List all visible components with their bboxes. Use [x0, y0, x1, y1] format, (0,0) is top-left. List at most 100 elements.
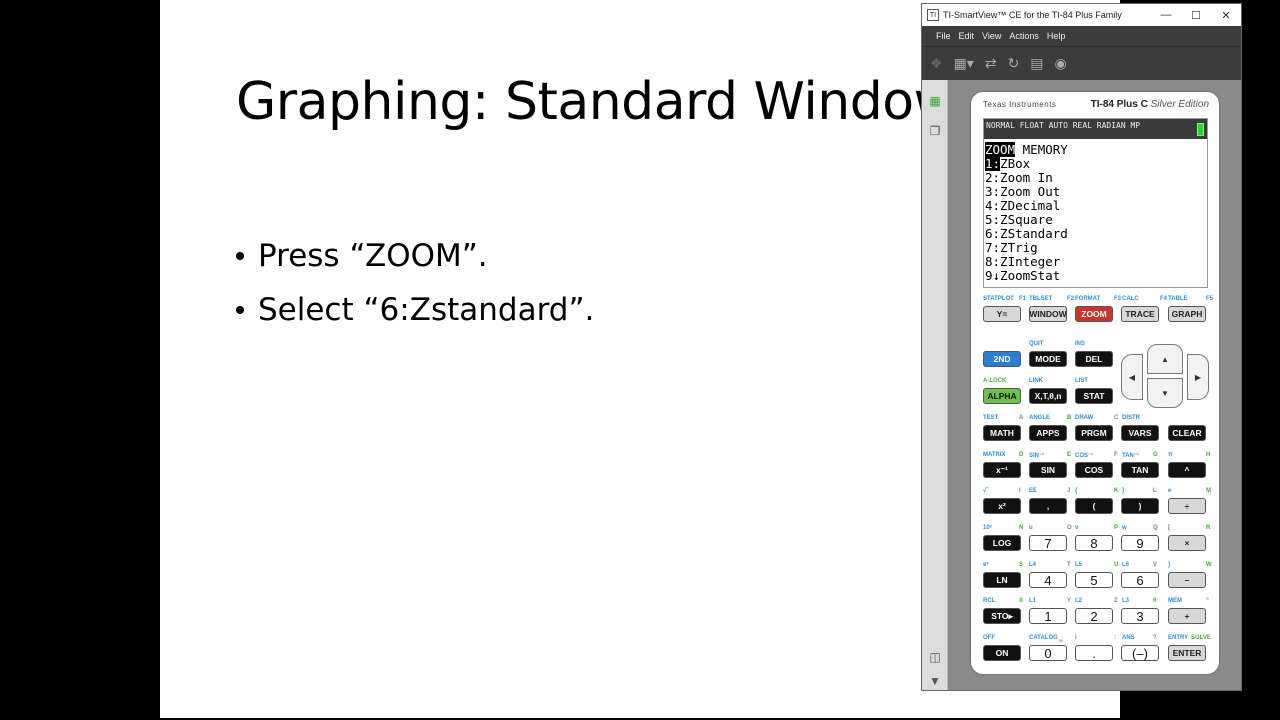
key-secondary-label: R	[1206, 525, 1211, 531]
calc-key[interactable]: STAT	[1075, 388, 1113, 404]
calculator-select-icon[interactable]: ▦▾	[954, 55, 974, 72]
calc-key[interactable]: ZOOM	[1075, 306, 1113, 322]
right-arrow-key[interactable]: ▶	[1187, 354, 1209, 400]
zoom-menu-item[interactable]: 7:ZTrig	[984, 241, 1207, 255]
camera-icon[interactable]: ◉	[1055, 55, 1067, 72]
sync-icon[interactable]: ↻	[1008, 55, 1020, 72]
calc-key[interactable]: DEL	[1075, 351, 1113, 367]
calc-key[interactable]: LN	[983, 572, 1021, 588]
calc-key[interactable]: .	[1075, 645, 1113, 661]
zoom-menu-item[interactable]: 6:ZStandard	[984, 227, 1207, 241]
calc-key[interactable]: x⁻¹	[983, 462, 1021, 478]
calc-key[interactable]: CLEAR	[1168, 425, 1206, 441]
calculator-screen[interactable]: NORMAL FLOAT AUTO REAL RADIAN MP ZOOM ME…	[983, 118, 1208, 288]
calc-key[interactable]: LOG	[983, 535, 1021, 551]
menu-view[interactable]: View	[982, 31, 1001, 41]
key-secondary-label: OFF	[983, 635, 995, 641]
menu-item-number: 1:	[985, 156, 1001, 171]
calc-key[interactable]: ÷	[1168, 498, 1206, 514]
calc-key[interactable]: X,T,θ,n	[1029, 388, 1067, 404]
minimize-icon[interactable]: —	[1151, 9, 1181, 21]
calc-key[interactable]: ,	[1029, 498, 1067, 514]
menu-tabs: ZOOM MEMORY	[984, 142, 1207, 157]
key-secondary-label: U	[1114, 562, 1119, 568]
calc-key[interactable]: 0	[1029, 645, 1067, 661]
ti-logo-icon[interactable]: ❖	[930, 55, 943, 72]
zoom-menu-item[interactable]: 2:Zoom In	[984, 171, 1207, 185]
calc-key[interactable]: SIN	[1029, 462, 1067, 478]
documents-icon[interactable]: ❐	[928, 124, 942, 138]
key-secondary-label: A	[1019, 415, 1024, 421]
window-titlebar[interactable]: TI TI-SmartView™ CE for the TI-84 Plus F…	[922, 4, 1241, 26]
close-icon[interactable]: ✕	[1211, 9, 1241, 22]
calc-key[interactable]: APPS	[1029, 425, 1067, 441]
calc-key[interactable]: 3	[1121, 608, 1159, 624]
calc-key[interactable]: WINDOW	[1029, 306, 1067, 322]
zoom-menu-item[interactable]: 5:ZSquare	[984, 213, 1207, 227]
calc-key[interactable]: 2ND	[983, 351, 1021, 367]
collapse-icon[interactable]: ▼	[928, 674, 942, 688]
calculator-body: Texas Instruments TI-84 Plus C Silver Ed…	[971, 92, 1219, 674]
calc-key[interactable]: x²	[983, 498, 1021, 514]
zoom-menu-item[interactable]: 9↓ZoomStat	[984, 269, 1207, 283]
zoom-menu-item[interactable]: 3:Zoom Out	[984, 185, 1207, 199]
calc-key[interactable]: ALPHA	[983, 388, 1021, 404]
panel-toggle-icon[interactable]: ◫	[928, 650, 942, 664]
calc-key[interactable]: 9	[1121, 535, 1159, 551]
key-row: √‾ I EE J {K} Le Mx², () ÷	[971, 488, 1219, 525]
bullet-text: Select “6:Zstandard”.	[258, 292, 595, 328]
calc-key[interactable]: GRAPH	[1168, 306, 1206, 322]
maximize-icon[interactable]: ☐	[1181, 9, 1211, 22]
calc-key[interactable]: ^	[1168, 462, 1206, 478]
key-secondary-label: {	[1075, 488, 1078, 494]
key-secondary-label: [	[1168, 525, 1170, 531]
calc-key[interactable]: MATH	[983, 425, 1021, 441]
calc-key[interactable]: COS	[1075, 462, 1113, 478]
menu-file[interactable]: File	[936, 31, 951, 41]
key-secondary-label: √‾	[983, 488, 989, 494]
calc-key[interactable]: 6	[1121, 572, 1159, 588]
calc-key[interactable]: 4	[1029, 572, 1067, 588]
calc-key[interactable]: 8	[1075, 535, 1113, 551]
key-secondary-label: eˣ	[983, 562, 989, 568]
up-arrow-key[interactable]: ▲	[1147, 344, 1183, 374]
key-secondary-label: SOLVE	[1191, 635, 1211, 641]
zoom-menu-item[interactable]: 4:ZDecimal	[984, 199, 1207, 213]
calc-key[interactable]: 2	[1075, 608, 1113, 624]
calc-key[interactable]: 5	[1075, 572, 1113, 588]
zoom-menu-item[interactable]: 8:ZInteger	[984, 255, 1207, 269]
calc-key[interactable]: ENTER	[1168, 645, 1206, 661]
calc-key[interactable]: )	[1121, 498, 1159, 514]
calc-key[interactable]: VARS	[1121, 425, 1159, 441]
calc-key[interactable]: Y=	[983, 306, 1021, 322]
key-secondary-label: V	[1153, 562, 1158, 568]
layout-icon[interactable]: ▤	[1030, 55, 1043, 72]
calc-key[interactable]: (–)	[1121, 645, 1159, 661]
calculator-icon[interactable]: ▦	[928, 94, 942, 108]
calc-key[interactable]: 7	[1029, 535, 1067, 551]
calc-key[interactable]: TAN	[1121, 462, 1159, 478]
calc-key[interactable]: PRGM	[1075, 425, 1113, 441]
key-secondary-label: DISTR	[1122, 415, 1140, 421]
calc-key[interactable]: MODE	[1029, 351, 1067, 367]
menu-help[interactable]: Help	[1047, 31, 1066, 41]
calc-key[interactable]: TRACE	[1121, 306, 1159, 322]
calc-key[interactable]: (	[1075, 498, 1113, 514]
key-secondary-label: F4	[1160, 296, 1168, 302]
key-secondary-label: T	[1067, 562, 1071, 568]
send-to-calculator-icon[interactable]: ⇄	[985, 55, 997, 72]
left-arrow-key[interactable]: ◀	[1121, 354, 1143, 400]
down-arrow-key[interactable]: ▼	[1147, 378, 1183, 408]
calc-key[interactable]: –	[1168, 572, 1206, 588]
key-secondary-label: TABLE	[1168, 296, 1188, 302]
calc-key[interactable]: 1	[1029, 608, 1067, 624]
key-secondary-label: :	[1114, 635, 1116, 641]
menu-edit[interactable]: Edit	[959, 31, 975, 41]
calc-key[interactable]: ×	[1168, 535, 1206, 551]
calc-key[interactable]: STO▸	[983, 608, 1021, 624]
calc-key[interactable]: ON	[983, 645, 1021, 661]
menu-actions[interactable]: Actions	[1009, 31, 1039, 41]
zoom-menu-item[interactable]: 1:ZBox	[984, 156, 1207, 171]
calc-key[interactable]: +	[1168, 608, 1206, 624]
status-text: NORMAL FLOAT AUTO REAL RADIAN MP	[986, 121, 1141, 130]
